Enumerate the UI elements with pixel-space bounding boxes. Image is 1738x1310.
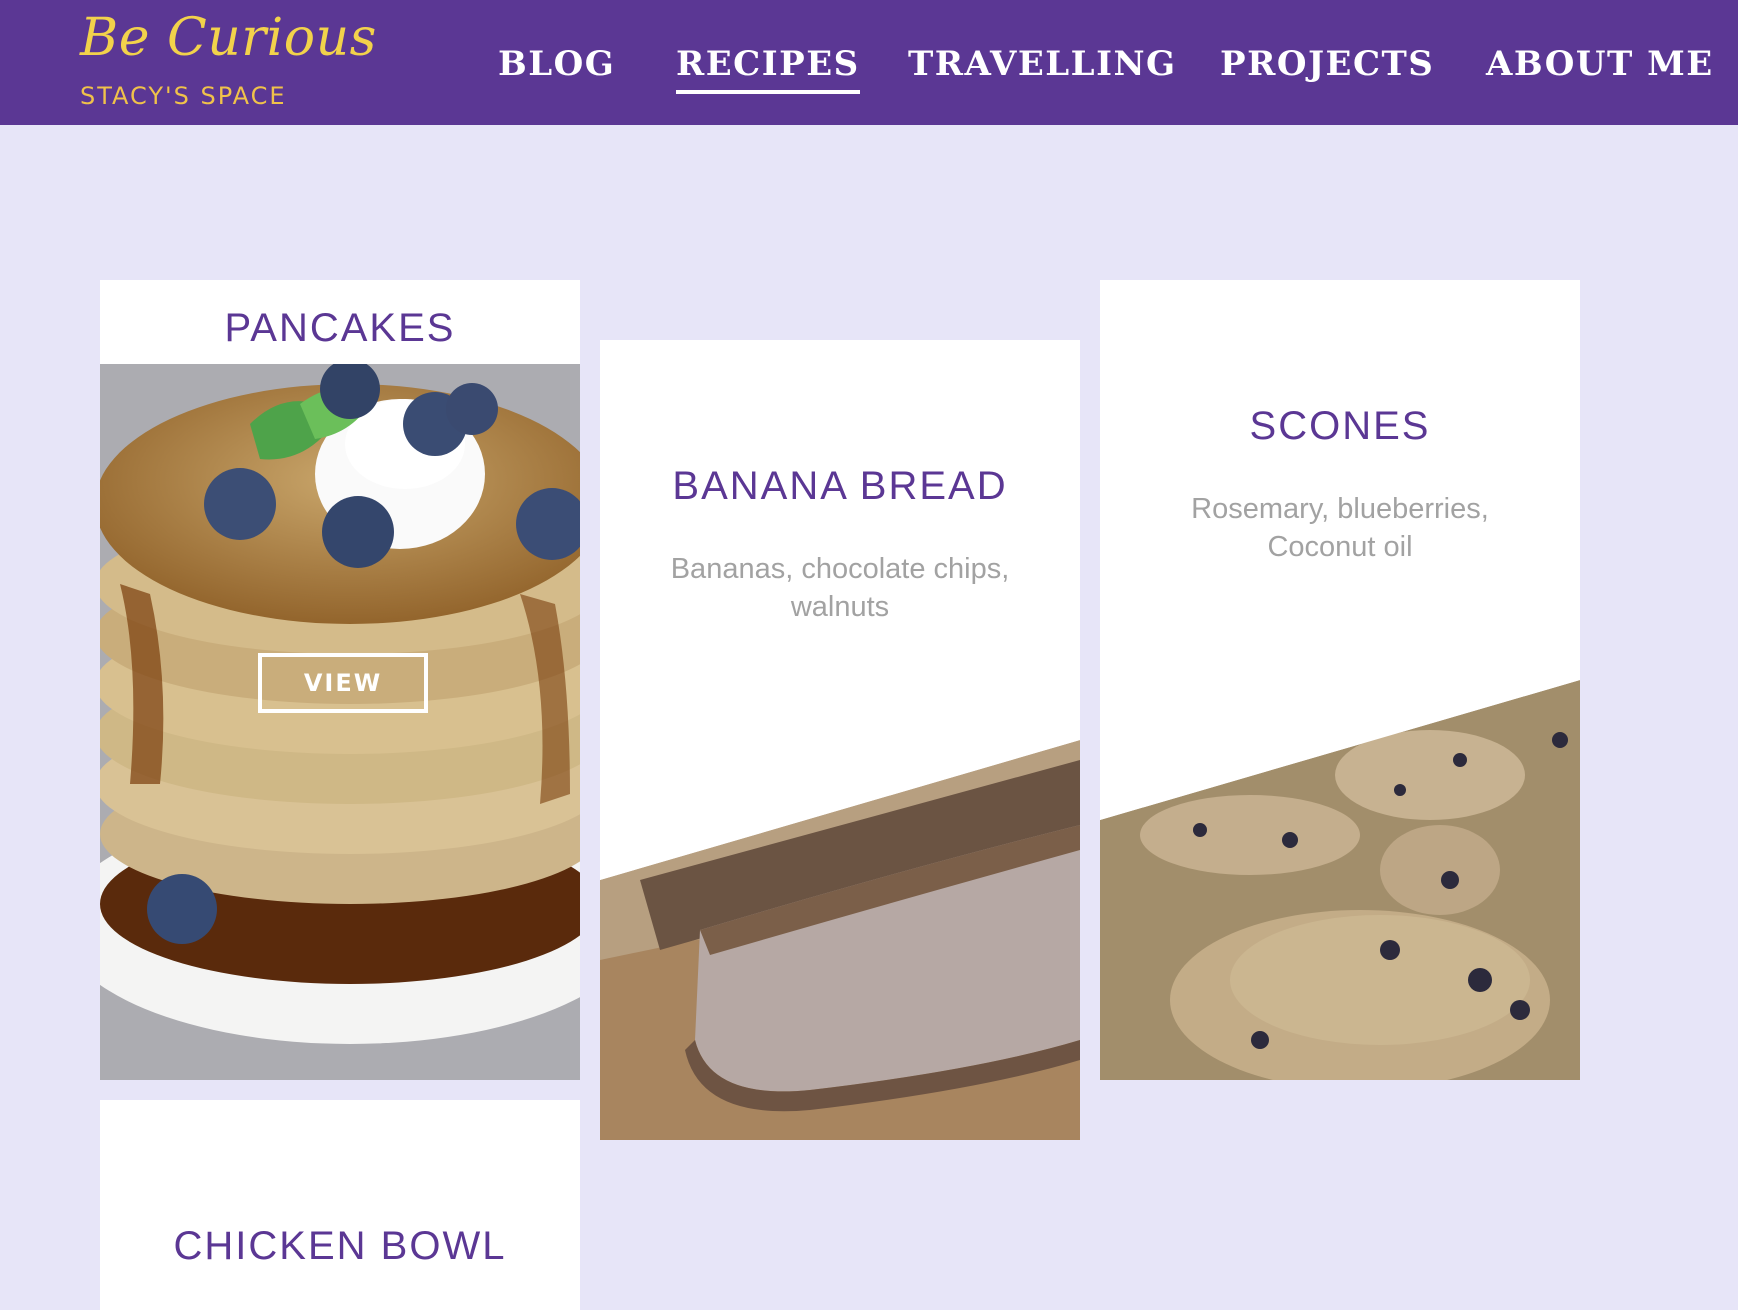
card-ingredients: Bananas, chocolate chips, walnuts [670, 553, 1010, 623]
card-title: CHICKEN BOWL [173, 1224, 507, 1268]
card-title: BANANA BREAD [672, 464, 1008, 508]
nav-travelling[interactable]: TRAVELLING [908, 44, 1177, 84]
card-title: SCONES [1249, 404, 1431, 448]
card-ingredients: Rosemary, blueberries, Coconut oil [1191, 493, 1489, 563]
diagonal-mask [600, 740, 1080, 880]
recipe-card-scones[interactable]: SCONES Rosemary, blueberries, Coconut oi… [1100, 280, 1580, 1080]
view-button[interactable]: VIEW [258, 653, 428, 713]
logo-subtitle[interactable]: STACY'S SPACE [80, 82, 287, 110]
card-title: PANCAKES [224, 306, 456, 350]
logo-title[interactable]: Be Curious [80, 8, 377, 68]
pancake-photo [100, 364, 580, 1080]
recipe-card-banana-bread[interactable]: BANANA BREAD Bananas, chocolate chips, w… [600, 340, 1080, 1140]
nav-about-me[interactable]: ABOUT ME [1486, 44, 1714, 84]
diagonal-mask [1100, 680, 1580, 820]
site-header: Be Curious STACY'S SPACE BLOG RECIPES TR… [0, 0, 1738, 125]
nav-recipes[interactable]: RECIPES [676, 44, 860, 94]
recipe-card-chicken-bowl[interactable]: CHICKEN BOWL [100, 1100, 580, 1310]
nav-projects[interactable]: PROJECTS [1220, 44, 1434, 84]
recipe-card-pancakes[interactable]: PANCAKES VIEW [100, 280, 580, 1080]
nav-blog[interactable]: BLOG [498, 44, 615, 84]
